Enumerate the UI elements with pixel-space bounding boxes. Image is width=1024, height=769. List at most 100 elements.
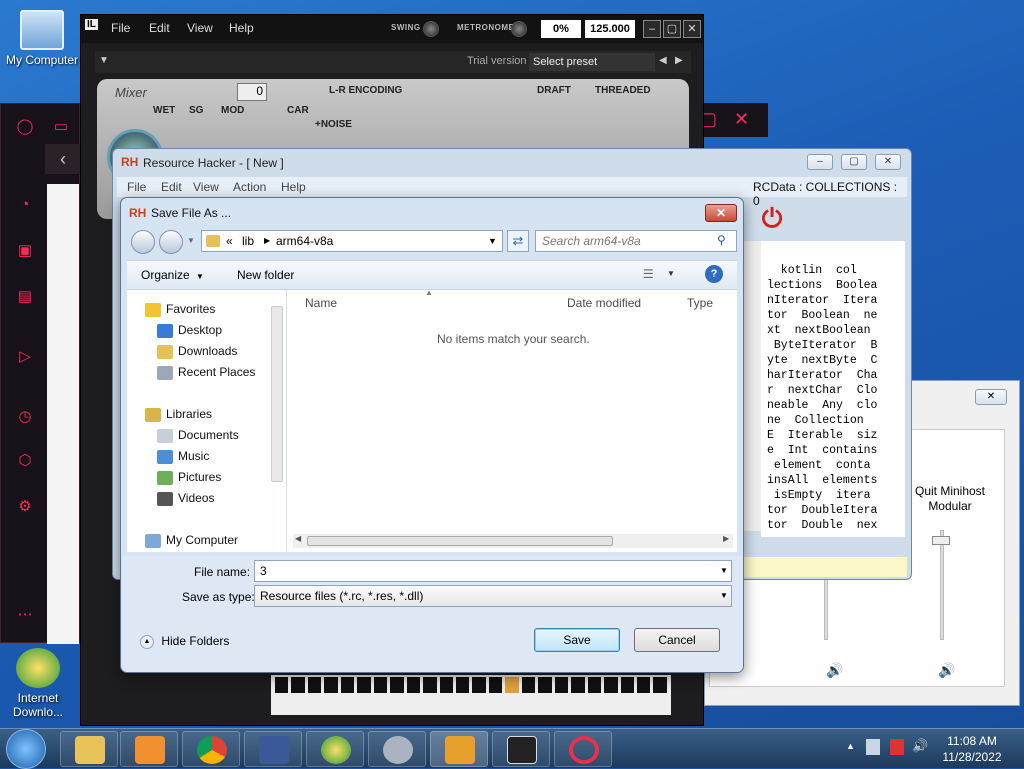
resource-text-view[interactable]: kotlin col lections Boolea nIterator Itera…: [761, 241, 905, 537]
piano-key[interactable]: [653, 677, 667, 693]
compile-power-icon[interactable]: ⏻: [753, 201, 791, 235]
piano-key[interactable]: [373, 677, 388, 693]
nav-libraries[interactable]: Libraries: [145, 405, 212, 423]
close-button[interactable]: ✕: [705, 204, 737, 222]
nav-favorites[interactable]: Favorites: [145, 300, 215, 318]
lr-encoding-label[interactable]: L-R ENCODING: [329, 85, 402, 96]
taskbar-minihost[interactable]: [492, 731, 550, 767]
play-icon[interactable]: ▷: [13, 346, 37, 368]
taskbar-media-player[interactable]: [120, 731, 178, 767]
draft-label[interactable]: DRAFT: [537, 85, 571, 96]
cube-icon[interactable]: ⬡: [13, 450, 37, 472]
nav-recent-places[interactable]: Recent Places: [157, 363, 255, 381]
forward-button[interactable]: [159, 230, 183, 254]
search-icon[interactable]: ⚲: [717, 233, 726, 247]
taskbar-idm[interactable]: [306, 731, 364, 767]
twitch-icon[interactable]: ▤: [13, 286, 37, 308]
speaker-icon[interactable]: 🔊: [826, 662, 843, 679]
scroll-thumb[interactable]: [307, 536, 613, 546]
piano-key[interactable]: [604, 677, 618, 693]
help-icon[interactable]: ?: [705, 265, 723, 283]
menu-help[interactable]: Help: [229, 21, 254, 35]
menu-edit[interactable]: Edit: [149, 21, 170, 35]
nav-music[interactable]: Music: [157, 447, 209, 465]
taskbar-facebook[interactable]: [244, 731, 302, 767]
menu-action[interactable]: Action: [233, 180, 266, 194]
horizontal-scrollbar[interactable]: ◀ ▶: [293, 534, 733, 548]
minimize-button[interactable]: –: [643, 20, 661, 38]
piano-key[interactable]: [275, 677, 289, 693]
threaded-label[interactable]: THREADED: [595, 85, 651, 96]
tempo-display[interactable]: 125.000: [585, 20, 635, 38]
preset-select[interactable]: Select preset: [529, 53, 655, 71]
hide-folders-button[interactable]: ▲ Hide Folders: [140, 634, 229, 649]
history-dropdown-icon[interactable]: ▼: [187, 236, 195, 245]
piano-key[interactable]: [636, 677, 651, 693]
prev-preset-arrow-icon[interactable]: ◀: [659, 55, 667, 66]
back-arrow-icon[interactable]: ‹: [45, 144, 81, 174]
organize-button[interactable]: Organize ▼: [141, 268, 204, 282]
menu-file[interactable]: File: [111, 21, 130, 35]
start-button[interactable]: [6, 729, 46, 769]
nav-scrollbar[interactable]: [271, 306, 283, 482]
next-preset-arrow-icon[interactable]: ▶: [675, 55, 683, 66]
dropdown-arrow-icon[interactable]: ▼: [99, 55, 109, 66]
piano-key[interactable]: [291, 677, 305, 693]
more-icon[interactable]: ⋯: [13, 604, 37, 626]
clock[interactable]: 11:08 AM 11/28/2022: [930, 733, 1014, 765]
slider-thumb[interactable]: [932, 536, 950, 545]
menu-help[interactable]: Help: [281, 180, 306, 194]
nav-videos[interactable]: Videos: [157, 489, 214, 507]
column-name[interactable]: Name: [305, 296, 337, 310]
new-folder-button[interactable]: New folder: [237, 268, 294, 282]
percent-display[interactable]: 0%: [541, 20, 581, 38]
menu-view[interactable]: View: [187, 21, 213, 35]
taskbar-speaker-app[interactable]: [368, 731, 426, 767]
metronome-knob[interactable]: [511, 21, 527, 37]
menu-file[interactable]: File: [127, 180, 146, 194]
piano-key-highlighted[interactable]: [505, 677, 519, 693]
mixer-value-box[interactable]: 0: [237, 83, 267, 101]
scroll-right-icon[interactable]: ▶: [723, 534, 729, 543]
volume-slider[interactable]: [940, 530, 944, 640]
bag-icon[interactable]: ▣: [13, 240, 37, 262]
cancel-button[interactable]: Cancel: [634, 628, 720, 652]
piano-keyboard[interactable]: [271, 675, 671, 715]
noise-label[interactable]: +NOISE: [315, 119, 352, 130]
back-button[interactable]: [131, 230, 155, 254]
flag-icon[interactable]: [890, 739, 904, 755]
piano-key[interactable]: [406, 677, 421, 693]
nav-downloads[interactable]: Downloads: [157, 342, 237, 360]
volume-icon[interactable]: 🔊: [912, 738, 928, 754]
piano-key[interactable]: [423, 677, 437, 693]
chevron-down-icon[interactable]: ▼: [720, 566, 728, 575]
piano-key[interactable]: [324, 677, 338, 693]
desktop-icon-my-computer[interactable]: My Computer: [0, 10, 84, 67]
close-icon[interactable]: ✕: [734, 109, 749, 130]
opera-logo-icon[interactable]: ◯: [13, 116, 37, 138]
piano-key[interactable]: [439, 677, 453, 693]
piano-key[interactable]: [554, 677, 569, 693]
refresh-icon[interactable]: ⇄: [507, 230, 529, 252]
breadcrumb-overflow[interactable]: «: [226, 234, 233, 248]
piano-key[interactable]: [571, 677, 585, 693]
column-date-modified[interactable]: Date modified: [567, 296, 641, 310]
column-type[interactable]: Type: [687, 296, 713, 310]
speedometer-icon[interactable]: ◔: [13, 194, 37, 216]
chevron-down-icon[interactable]: ▼: [488, 236, 497, 246]
piano-key[interactable]: [390, 677, 404, 693]
swing-knob[interactable]: [423, 21, 439, 37]
nav-documents[interactable]: Documents: [157, 426, 239, 444]
piano-key[interactable]: [340, 677, 355, 693]
taskbar-chrome[interactable]: [182, 731, 240, 767]
address-bar[interactable]: « lib ▶ arm64-v8a ▼: [201, 230, 503, 252]
menu-view[interactable]: View: [193, 180, 219, 194]
minimize-button[interactable]: –: [807, 154, 833, 170]
close-button[interactable]: ✕: [683, 20, 701, 38]
chevron-down-icon[interactable]: ▼: [667, 269, 675, 278]
maximize-button[interactable]: ▢: [841, 154, 867, 170]
close-button[interactable]: ✕: [975, 389, 1007, 405]
nav-desktop[interactable]: Desktop: [157, 321, 222, 339]
breadcrumb-lib[interactable]: lib: [242, 234, 254, 248]
save-type-select[interactable]: Resource files (*.rc, *.res, *.dll): [254, 585, 732, 607]
